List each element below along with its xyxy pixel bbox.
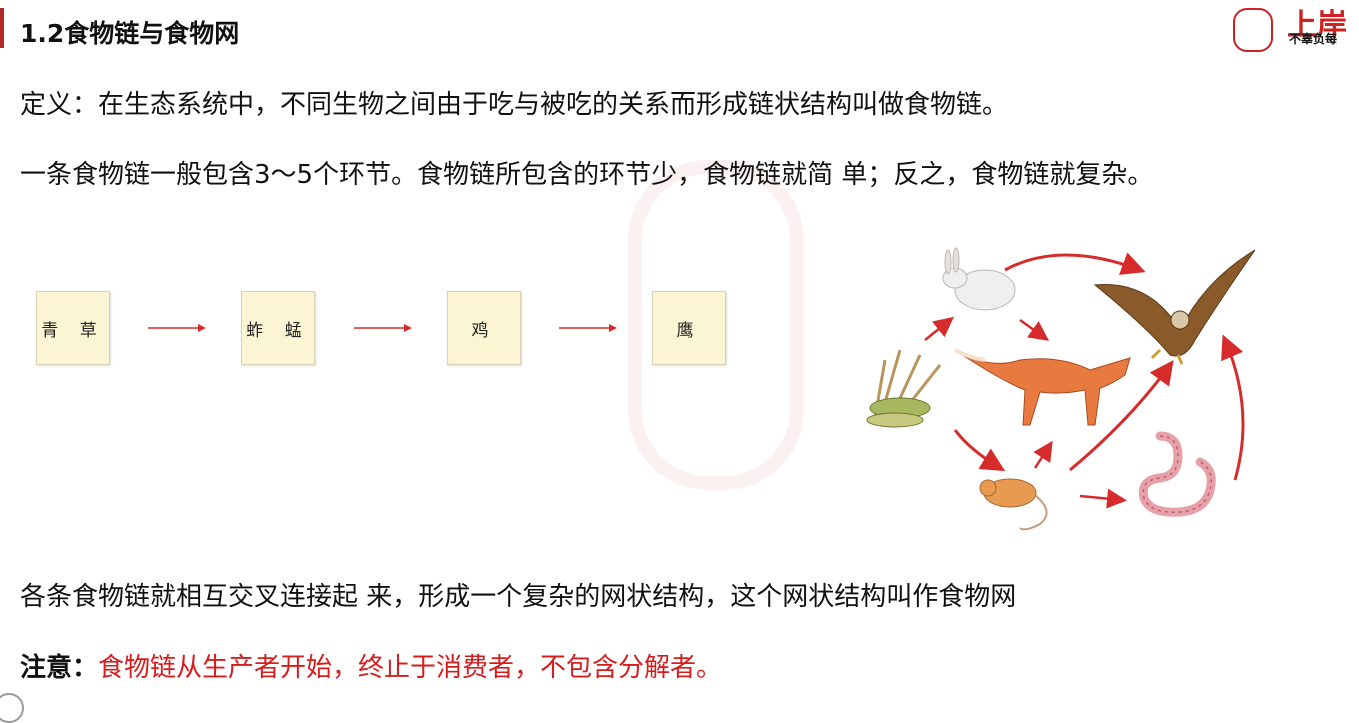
note-label: 注意：: [20, 653, 99, 683]
snake-icon: [1138, 431, 1216, 517]
chain-box-grass: 青 草: [36, 291, 110, 365]
chain-box-chicken: 鸡: [447, 291, 521, 365]
seal-icon: [1233, 8, 1273, 52]
chain-box-grasshopper: 蚱 蜢: [241, 291, 315, 365]
links-text: 一条食物链一般包含3～5个环节。食物链所包含的环节少，食物链就简 单；反之，食物…: [20, 160, 1154, 190]
food-web-illustration: [866, 247, 1256, 531]
fox-icon: [954, 348, 1131, 426]
grass-icon: [866, 349, 942, 428]
chain-arrow-icon: [148, 324, 206, 332]
note-line: 注意：食物链从生产者开始，终止于消费者，不包含分解者。: [20, 647, 722, 684]
chain-box-eagle: 鹰: [652, 291, 726, 365]
mouse-icon: [979, 478, 1048, 531]
chain-arrow-icon: [559, 324, 617, 332]
eagle-icon: [1093, 249, 1256, 365]
definition-text: 定义：在生态系统中，不同生物之间由于吃与被吃的关系而形成链状结构叫做食物链。: [20, 90, 1009, 120]
rabbit-icon: [942, 247, 1016, 311]
food-web-text: 各条食物链就相互交叉连接起 来，形成一个复杂的网状结构，这个网状结构叫作食物网: [20, 582, 1017, 612]
title-accent-bar: [0, 8, 4, 48]
title-bar: 1.2食物链与食物网 上岸 不辜负每: [0, 8, 1359, 52]
page-title: 1.2食物链与食物网: [20, 19, 240, 48]
chain-arrow-icon: [354, 324, 412, 332]
brand-logo: 上岸 不辜负每: [1229, 8, 1359, 56]
player-control-icon[interactable]: [0, 693, 24, 723]
note-text: 食物链从生产者开始，终止于消费者，不包含分解者。: [98, 653, 723, 683]
logo-slogan: 不辜负每: [1289, 32, 1338, 46]
